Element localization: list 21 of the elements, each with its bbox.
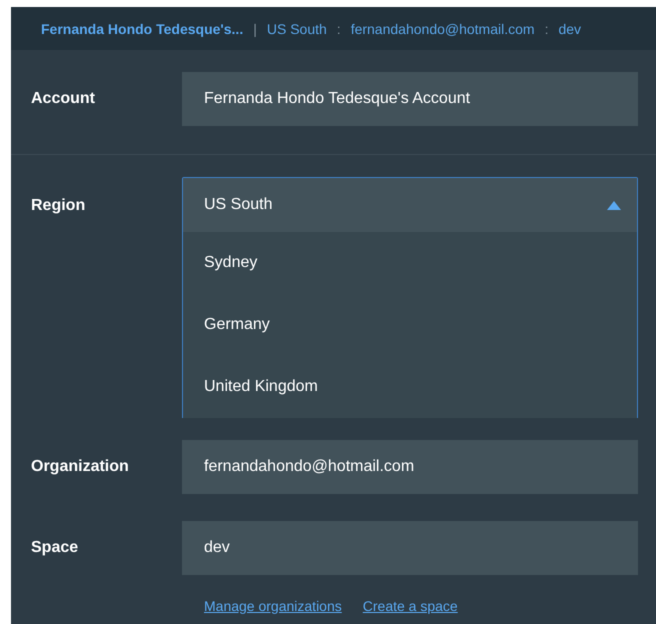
breadcrumb-separator: : [544,20,548,36]
text-link[interactable]: Manage organizations [204,598,342,614]
organization-breadcrumb[interactable]: fernandahondo@hotmail.com [350,20,535,36]
organization-field[interactable]: fernandahondo@hotmail.com [182,440,638,494]
region-breadcrumb[interactable]: US South [266,20,327,36]
space-field[interactable]: dev [182,521,638,575]
space-breadcrumb[interactable]: dev [558,20,582,36]
organization-label: Organization [31,458,130,476]
dropdown-option[interactable]: Sydney [183,232,637,294]
breadcrumb-separator: | [253,20,257,36]
space-label: Space [31,539,80,557]
region-dropdown[interactable]: US South [183,178,637,232]
text-link[interactable]: Create a space [362,598,458,614]
account-breadcrumb[interactable]: Fernanda Hondo Tedesque's... [41,20,244,36]
breadcrumb-separator: : [336,20,341,36]
account-label: Account [31,90,96,108]
dropdown-option[interactable]: United Kingdom [183,356,637,418]
dropdown-option[interactable]: Germany [183,294,637,356]
region-label: Region [31,197,86,215]
account-field[interactable]: Fernanda Hondo Tedesque's Account [182,72,638,126]
caret-up-icon [607,200,621,210]
